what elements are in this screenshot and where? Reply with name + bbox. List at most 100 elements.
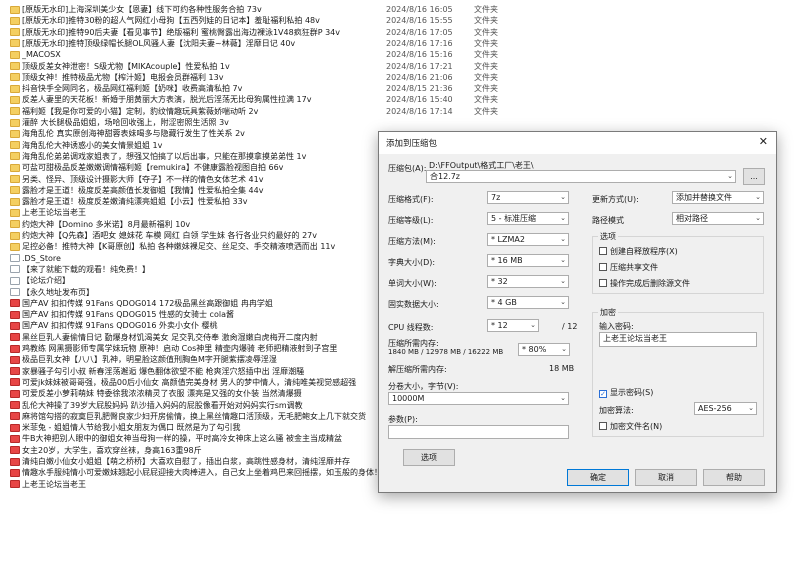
video-file-icon	[10, 480, 20, 489]
document-icon	[10, 276, 20, 285]
file-type: 文件夹	[474, 84, 498, 94]
split-combo[interactable]: 10000M ⌄	[388, 392, 569, 405]
file-date: 2024/8/16 17:14	[386, 106, 453, 116]
video-file-icon	[10, 378, 20, 387]
list-item[interactable]: [原版无水印]推特90后夫妻【看见事节】绝版福利 蜜桃臀露出海边裸泳1V48疯狂…	[0, 27, 800, 38]
video-file-icon	[10, 355, 20, 364]
options-group-title: 选项	[598, 231, 618, 242]
options-button[interactable]: 选项	[403, 449, 455, 466]
show-password-checkbox[interactable]: ✓ 显示密码(S)	[599, 387, 653, 398]
list-item[interactable]: 顶级女神！推特极品尤物【榨汁姬】电报会员群福利 13v 2024/8/16 21:…	[0, 72, 800, 83]
file-name: 海角乱伦大神诱惑小的美女情景姐姐 1v	[22, 140, 163, 150]
delete-label: 操作完成后删除源文件	[610, 279, 690, 288]
file-name: .DS_Store	[22, 253, 61, 263]
folder-icon	[10, 208, 20, 217]
level-label: 压缩等级(L):	[388, 216, 434, 225]
shared-label: 压缩共享文件	[610, 263, 658, 272]
word-value: * 32	[491, 277, 508, 286]
chevron-down-icon: ⌄	[530, 321, 536, 329]
browse-button[interactable]: ...	[743, 168, 765, 185]
file-date: 2024/8/16 17:21	[386, 61, 453, 71]
list-item[interactable]: [原版无水印]推特顶级绿帽长腿OL风骚人妻【沈阳夫妻~林薇】淫靡日记 40v 20…	[0, 38, 800, 49]
file-name: 可爱反差小萝莉萌妹 特委徐我浓浓精灵了衣服 漂亮是又强的女仆装 当然清爆摄	[22, 389, 302, 399]
password-input[interactable]: 上老王论坛当老王	[599, 332, 757, 347]
pathmode-value: 相对路径	[676, 214, 708, 223]
shared-checkbox[interactable]: 压缩共享文件	[599, 262, 658, 273]
chevron-down-icon: ⌄	[560, 298, 566, 306]
pathmode-combo[interactable]: 相对路径 ⌄	[672, 212, 764, 225]
dict-combo[interactable]: * 16 MB ⌄	[487, 254, 569, 267]
chevron-down-icon: ⌄	[755, 214, 761, 222]
format-label: 压缩格式(F):	[388, 195, 434, 204]
help-button[interactable]: 帮助	[703, 469, 765, 486]
enc-method-value: AES-256	[698, 404, 732, 413]
checkbox-icon	[599, 422, 607, 430]
file-name: 极品巨乳女神【八八】乳神，明星脸这颜值刑胸鱼M字开腿紫摆凌辱淫湿	[22, 355, 277, 365]
file-name: 家暴骚子勾引小叔 新春淫荡邂逅 爆色翻体欲望不能 枪爽淫穴怒插中出 淫靡潮騒	[22, 366, 305, 376]
format-combo[interactable]: 7z ⌄	[487, 191, 569, 204]
split-value: 10000M	[392, 394, 425, 403]
file-name: _MACOSX	[22, 50, 61, 60]
chevron-down-icon: ⌄	[560, 214, 566, 222]
file-type: 文件夹	[474, 72, 498, 82]
solid-label: 固实数据大小:	[388, 300, 439, 309]
archive-name-combo[interactable]: 合12.7z ⌄	[426, 170, 736, 183]
file-name: 露脸才是王道！极度反差高颜值长发御姐【我情】性爱私拍全集 44v	[22, 185, 264, 195]
list-item[interactable]: [原版无水印]上海深圳美少女【恩妻】线下可约各种性服务合拍 73v 2024/8/…	[0, 4, 800, 15]
checkbox-icon	[599, 279, 607, 287]
list-item[interactable]: 反差人妻里的天花板！新婚于朋黄丽大方表演，脱光后淫荡无比母狗属性拉满 17v 20…	[0, 94, 800, 105]
list-item[interactable]: 福利姬【我是你可爱的小猫】定制，豹纹情趣玩具紫薇娇喘动听 2v 2024/8/16…	[0, 106, 800, 117]
list-item[interactable]: [原版无水印]推特30粉的超人气网红小母狗【五西列娃的日记本】羞耻福利私拍 48…	[0, 15, 800, 26]
file-type: 文件夹	[474, 27, 498, 37]
file-name: 国产AV 扣扣传媒 91Fans QDOG016 外卖小女仆 樱桃	[22, 321, 218, 331]
close-icon[interactable]: ✕	[759, 135, 768, 148]
demem-label: 解压缩所需内存:	[388, 365, 447, 374]
mem-pct-combo[interactable]: * 80% ⌄	[518, 343, 570, 356]
folder-icon	[10, 73, 20, 82]
sfx-label: 创建自释放程序(X)	[610, 247, 678, 256]
delete-checkbox[interactable]: 操作完成后删除源文件	[599, 278, 690, 289]
enc-method-label: 加密算法:	[599, 406, 634, 415]
enc-method-combo[interactable]: AES-256 ⌄	[694, 402, 757, 415]
chevron-down-icon: ⌄	[560, 256, 566, 264]
word-label: 单词大小(W):	[388, 279, 437, 288]
folder-icon	[10, 62, 20, 70]
file-name: [原版无水印]推特30粉的超人气网红小母狗【五西列娃的日记本】羞耻福利私拍 48…	[22, 16, 320, 26]
chevron-down-icon: ⌄	[561, 345, 567, 353]
method-label: 压缩方法(M):	[388, 237, 436, 246]
params-input[interactable]	[388, 425, 569, 439]
file-name: 乱伦大神操了39岁大屁股妈妈 趴沙插入妈妈的屁股像看开始对妈妈实行sm调教	[22, 400, 303, 410]
file-date: 2024/8/16 15:55	[386, 16, 453, 26]
list-item[interactable]: _MACOSX 2024/8/16 15:16 文件夹	[0, 49, 800, 60]
file-date: 2024/8/16 17:05	[386, 27, 453, 37]
dict-value: * 16 MB	[491, 256, 523, 265]
sfx-checkbox[interactable]: 创建自释放程序(X)	[599, 246, 678, 257]
update-combo[interactable]: 添加并替换文件 ⌄	[672, 191, 764, 204]
archive-label: 压缩包(A):	[388, 164, 427, 173]
folder-icon	[10, 50, 20, 59]
list-item[interactable]: 顶级反差女神泄密！S级尤物【MIKAcouple】性爱私拍 1v 2024/8/1…	[0, 61, 800, 72]
threads-combo[interactable]: * 12 ⌄	[487, 319, 539, 332]
level-combo[interactable]: 5 - 标准压缩 ⌄	[487, 212, 569, 225]
file-name: 另类、怪异、顶级设计摄影大师【夺子】不一样的情色女体艺术 41v	[22, 174, 264, 184]
file-name: 【论坛介绍】	[22, 276, 70, 286]
method-combo[interactable]: * LZMA2 ⌄	[487, 233, 569, 246]
list-item[interactable]: 抖音快手全网同名，极品网红福利姬【奶咪】收费高清私拍 7v 2024/8/15 2…	[0, 83, 800, 94]
word-combo[interactable]: * 32 ⌄	[487, 275, 569, 288]
list-item[interactable]: 灌醉 大长腿极品姐姐，场哈回收强上，附涩密照生活照 3v	[0, 117, 800, 128]
cancel-button[interactable]: 取消	[635, 469, 697, 486]
mem-value: 1840 MB / 12978 MB / 16222 MB	[388, 348, 504, 356]
folder-icon	[10, 118, 20, 127]
folder-icon	[10, 242, 20, 251]
file-name: [原版无水印]推特顶级绿帽长腿OL风骚人妻【沈阳夫妻~林薇】淫靡日记 40v	[22, 38, 296, 48]
update-label: 更新方式(U):	[592, 195, 639, 204]
folder-icon	[10, 129, 20, 138]
solid-combo[interactable]: * 4 GB ⌄	[487, 296, 569, 309]
file-type: 文件夹	[474, 95, 498, 105]
video-file-icon	[10, 321, 20, 330]
file-name: 【永久地址发布页】	[22, 287, 94, 297]
encrypt-names-checkbox[interactable]: 加密文件名(N)	[599, 421, 662, 432]
ok-button[interactable]: 确定	[567, 469, 629, 486]
file-name: 反差人妻里的天花板！新婚于朋黄丽大方表演，脱光后淫荡无比母狗属性拉满 17v	[22, 95, 312, 105]
file-type: 文件夹	[474, 38, 498, 48]
